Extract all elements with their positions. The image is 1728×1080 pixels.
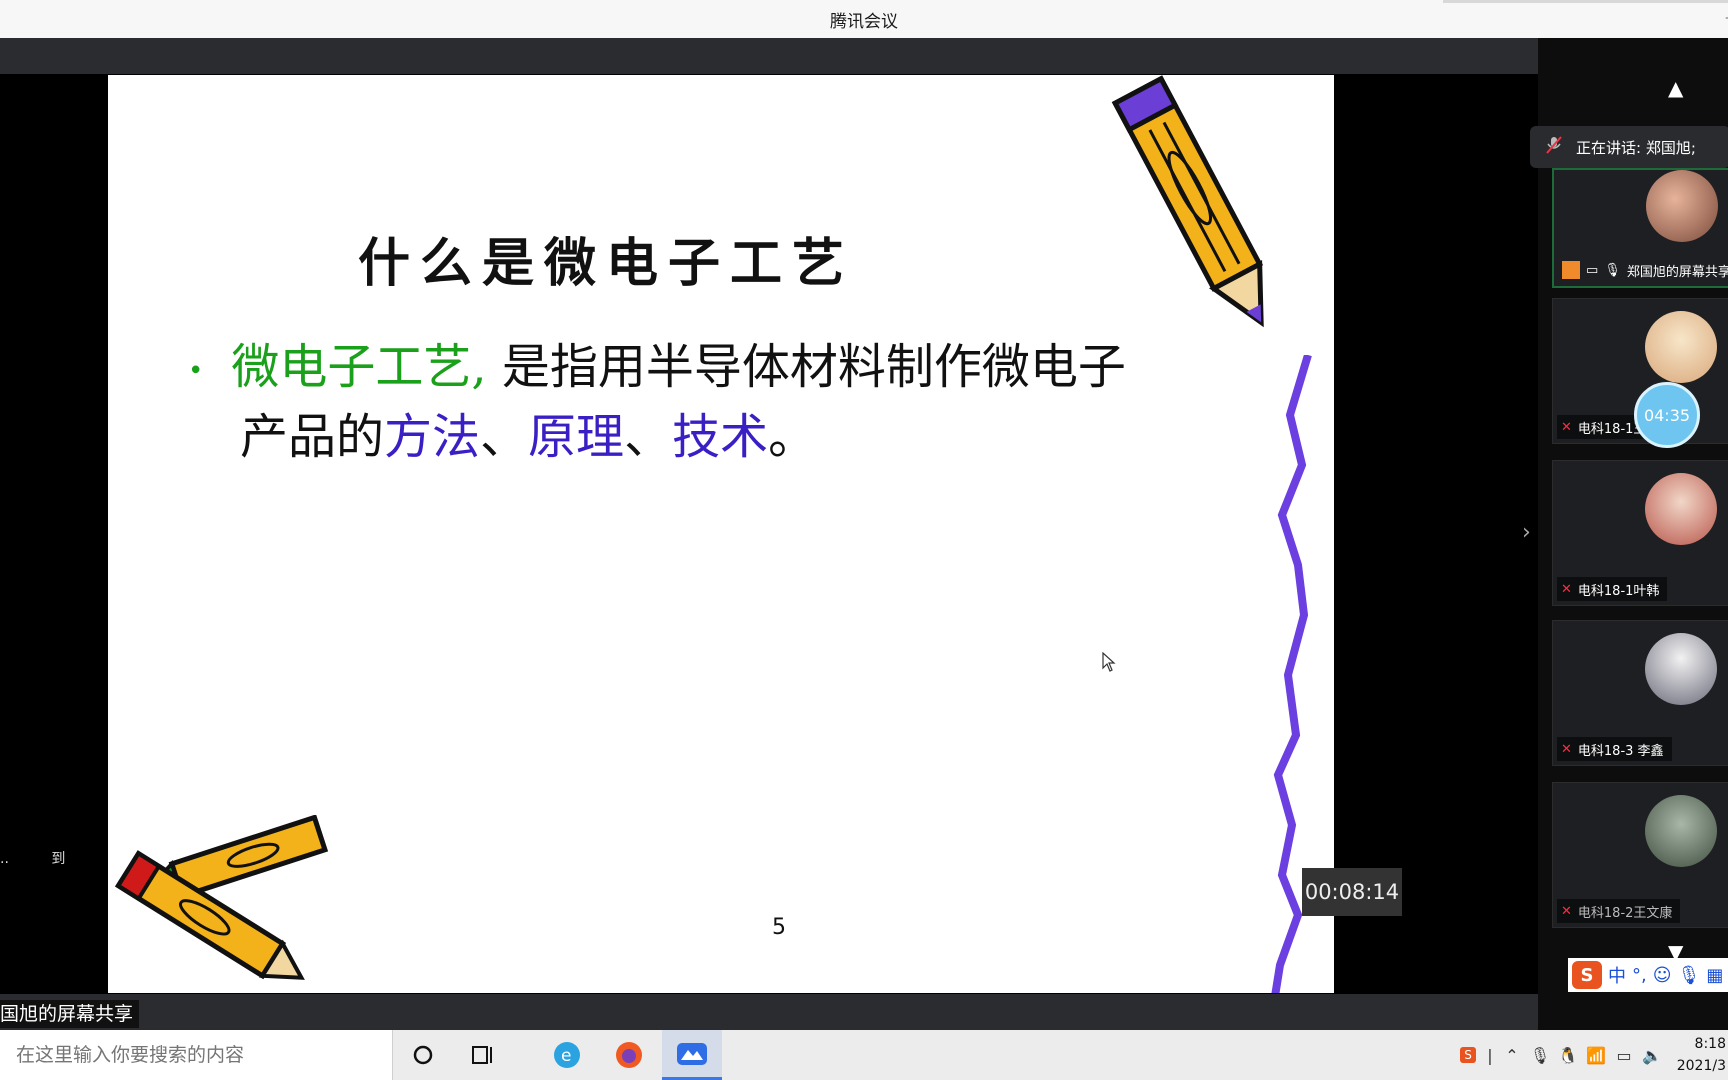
slide-title: 什么是微电子工艺: [358, 233, 855, 294]
bullet-separator-2: 、: [624, 409, 673, 465]
ime-mode[interactable]: 中: [1608, 962, 1626, 988]
participant-name: 电科18-3 李鑫: [1577, 743, 1664, 759]
ime-punct[interactable]: °,: [1632, 965, 1647, 986]
avatar: [1645, 795, 1717, 867]
participant-name: 郑国旭的屏幕共享: [1626, 264, 1728, 280]
slide-page-number: 5: [772, 915, 786, 940]
svg-text:e: e: [561, 1046, 571, 1066]
bullet-word-method: 方法: [384, 409, 481, 465]
volume-icon[interactable]: 🔈: [1638, 1046, 1666, 1065]
bullet-dot: •: [188, 355, 204, 386]
screen-share-icon: ▭: [1586, 262, 1599, 278]
mic-muted-icon: [1546, 136, 1562, 158]
participant-name: 电科18-1叶韩: [1577, 583, 1660, 599]
emoji-icon[interactable]: ☺: [1653, 965, 1672, 986]
keyboard-icon[interactable]: ▦: [1706, 965, 1723, 986]
bullet-word-technology: 技术: [672, 409, 769, 465]
participant-name: 电科18-2王文康: [1577, 905, 1673, 921]
system-tray: S | ⌃ 🎙 🐧 📶 ▭ 🔈 8:18 2021/3: [1454, 1030, 1728, 1080]
titlebar-shadow: [1443, 0, 1728, 3]
clock[interactable]: 8:18 2021/3: [1666, 1033, 1728, 1077]
speaking-text: 正在讲话: 郑国旭;: [1576, 138, 1696, 157]
qq-icon[interactable]: 🐧: [1554, 1046, 1582, 1065]
participant-tile[interactable]: ✕ 电科18-3 李鑫: [1552, 620, 1728, 766]
participant-tile[interactable]: ✕ 电科18-1叶韩: [1552, 460, 1728, 606]
bullet-separator-1: 、: [480, 409, 529, 465]
window-title: 腾讯会议: [830, 11, 898, 32]
chevron-up-icon[interactable]: ⌃: [1498, 1046, 1526, 1065]
microphone-icon[interactable]: 🎙: [1526, 1046, 1554, 1065]
sogou-tray-icon[interactable]: S: [1454, 1047, 1482, 1063]
mic-icon: 🎙: [1604, 262, 1621, 278]
wifi-icon[interactable]: 📶: [1582, 1046, 1610, 1065]
taskbar-search[interactable]: [0, 1030, 393, 1080]
clock-time: 8:18: [1694, 1036, 1726, 1052]
stage-bottom-strip: [0, 994, 1538, 1030]
bullet-word-principle: 原理: [528, 409, 625, 465]
participant-name-bar: ▭ 🎙 郑国旭的屏幕共享: [1558, 258, 1728, 282]
bullet-end: 。: [768, 409, 817, 465]
avatar: [1645, 311, 1717, 383]
participant-tile[interactable]: ✕ 电科18-2王文康: [1552, 782, 1728, 928]
host-icon: [1562, 261, 1580, 279]
left-note-dots: ..: [0, 851, 9, 867]
firefox-icon[interactable]: [602, 1030, 656, 1080]
ie-browser-icon[interactable]: e: [540, 1030, 594, 1080]
avatar: [1645, 633, 1717, 705]
left-note-char: 到: [51, 851, 66, 867]
presentation-slide: 什么是微电子工艺 • 微电子工艺, 是指用半导体材料制作微电子 产品的方法、原理、…: [108, 75, 1334, 993]
participant-name-bar: ✕ 电科18-2王文康: [1557, 899, 1681, 923]
search-input[interactable]: [14, 1043, 378, 1067]
participant-name-bar: ✕ 电科18-3 李鑫: [1557, 737, 1672, 761]
stage-top-strip: [0, 38, 1538, 74]
sogou-logo-icon: S: [1572, 961, 1602, 989]
mic-muted-icon: ✕: [1561, 741, 1572, 757]
participant-tile[interactable]: ▭ 🎙 郑国旭的屏幕共享: [1552, 168, 1728, 288]
tray-divider: |: [1487, 1045, 1493, 1065]
call-timer-bubble[interactable]: 04:35: [1634, 382, 1700, 448]
share-timer: 00:08:14: [1302, 868, 1402, 916]
avatar: [1646, 170, 1718, 242]
window-titlebar: 腾讯会议 –: [0, 0, 1728, 38]
clock-date: 2021/3: [1676, 1058, 1726, 1074]
bullet-term: 微电子工艺,: [231, 339, 487, 395]
bullet-text-1: 是指用半导体材料制作微电子: [501, 339, 1126, 395]
left-edge-note: .. 到: [0, 848, 103, 868]
scroll-up-icon[interactable]: ▲: [1668, 76, 1683, 100]
tencent-meeting-icon[interactable]: [662, 1030, 722, 1080]
participant-name-bar: ✕ 电科18-1叶韩: [1557, 577, 1668, 601]
battery-icon[interactable]: ▭: [1610, 1046, 1638, 1065]
mic-muted-icon: ✕: [1561, 581, 1572, 597]
slide-bullet-line-2: 产品的方法、原理、技术。: [240, 397, 816, 467]
bullet-text-2-prefix: 产品的: [240, 409, 385, 465]
mic-muted-icon: ✕: [1561, 903, 1572, 919]
panel-collapse-chevron-icon[interactable]: ›: [1522, 520, 1531, 545]
avatar: [1645, 473, 1717, 545]
voice-icon[interactable]: 🎙: [1678, 965, 1701, 986]
task-view-icon[interactable]: [456, 1030, 510, 1080]
crossed-pencils-icon: [114, 815, 329, 980]
screen-share-label: 国旭的屏幕共享: [0, 1000, 140, 1028]
ime-toolbar[interactable]: S 中 °, ☺ 🎙 ▦: [1568, 958, 1728, 992]
speaking-indicator: 正在讲话: 郑国旭;: [1530, 126, 1728, 168]
pencil-clipart-icon: [1111, 75, 1264, 328]
mouse-cursor-icon: [1102, 652, 1116, 672]
mic-muted-icon: ✕: [1561, 419, 1572, 435]
slide-bullet-line-1: • 微电子工艺, 是指用半导体材料制作微电子: [188, 327, 1126, 397]
cortana-icon[interactable]: [396, 1030, 450, 1080]
taskbar: e S | ⌃ 🎙 🐧 📶 ▭ 🔈 8:18 2021/3: [0, 1030, 1728, 1080]
